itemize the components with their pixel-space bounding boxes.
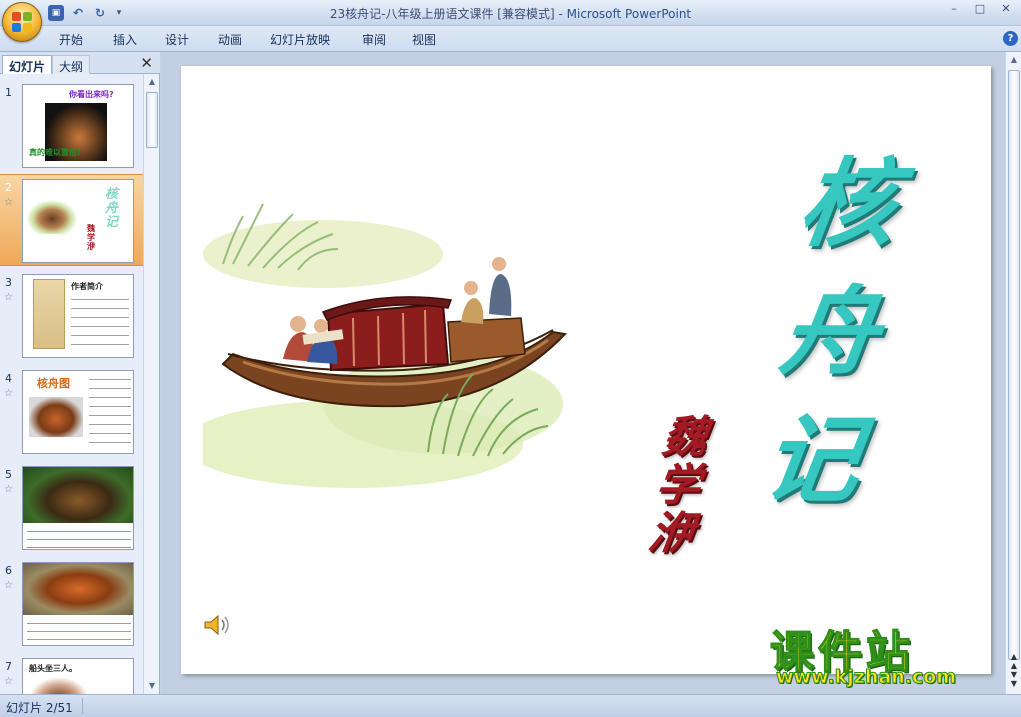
- slide-thumbnail-5[interactable]: 5 ☆: [0, 462, 143, 554]
- slide-preview: 船头坐三人。: [22, 658, 134, 694]
- carved-boat-photo: [23, 563, 133, 615]
- status-bar: 幻灯片 2/51: [0, 694, 1021, 717]
- slide-number: 5: [5, 468, 12, 481]
- speaker-icon[interactable]: [203, 614, 231, 636]
- window-controls: – □ ✕: [945, 2, 1015, 16]
- slide-thumbnail-3[interactable]: 3 ☆ 作者简介: [0, 270, 143, 362]
- scroll-up-icon[interactable]: ▲: [145, 75, 159, 89]
- animation-star-icon: ☆: [4, 484, 13, 495]
- tab-home[interactable]: 开始: [59, 31, 83, 48]
- office-logo-icon: [12, 12, 32, 32]
- slide-number: 4: [5, 372, 12, 385]
- slide-title[interactable]: 核舟记: [748, 140, 912, 524]
- slide-canvas: 核舟记 魏学洢: [161, 52, 1005, 694]
- slide-preview: 你看出来吗? 真的难以置信!: [22, 84, 134, 168]
- slide-number: 1: [5, 86, 12, 99]
- tab-animations[interactable]: 动画: [218, 31, 242, 48]
- save-icon[interactable]: ▣: [48, 5, 64, 21]
- thumb-text: 船头坐三人。: [29, 664, 77, 673]
- thumb-body-lines: [27, 527, 131, 549]
- tab-review[interactable]: 审阅: [362, 31, 386, 48]
- quick-access-toolbar: ▣ ↶ ↻ ▾: [48, 4, 124, 22]
- slide-preview: 核舟记 魏学洢: [22, 179, 134, 263]
- undo-icon[interactable]: ↶: [70, 5, 86, 21]
- thumb-text: 核舟图: [37, 377, 70, 390]
- title-separator: -: [554, 7, 567, 21]
- boat-illustration: [203, 203, 568, 488]
- animation-star-icon: ☆: [4, 676, 13, 687]
- customize-toolbar-icon[interactable]: ▾: [114, 5, 124, 21]
- slide-number: 2: [5, 181, 12, 194]
- portrait-scroll-image: [33, 279, 65, 349]
- slide-preview: [22, 562, 134, 646]
- animation-star-icon: ☆: [4, 292, 13, 303]
- thumb-text: 作者简介: [71, 282, 103, 291]
- slide-preview: 作者简介: [22, 274, 134, 358]
- thumb-author: 魏学洢: [87, 224, 95, 251]
- powerpoint-window: 23核舟记-八年级上册语文课件 [兼容模式] - Microsoft Power…: [0, 0, 1021, 717]
- slide-thumbnail-1[interactable]: 1 你看出来吗? 真的难以置信!: [0, 80, 143, 172]
- document-title: 23核舟记-八年级上册语文课件 [兼容模式]: [329, 7, 555, 21]
- maximize-button[interactable]: □: [971, 2, 989, 16]
- redo-icon[interactable]: ↻: [92, 5, 108, 21]
- slide-thumbnail-2[interactable]: 2 ☆ 核舟记 魏学洢: [0, 174, 143, 266]
- tab-outline[interactable]: 大纲: [52, 55, 91, 74]
- scroll-up-icon[interactable]: ▲: [1007, 53, 1021, 67]
- slide-counter: 幻灯片 2/51: [6, 701, 73, 715]
- thumb-body-lines: [27, 619, 131, 645]
- panel-tabs: 幻灯片 大纲 ✕: [0, 52, 160, 74]
- minimize-button[interactable]: –: [945, 2, 963, 16]
- status-divider: [82, 698, 83, 714]
- office-button[interactable]: [2, 2, 42, 42]
- thumb-body-lines: [71, 295, 129, 347]
- watermark-url: www.kjzhan.com: [775, 666, 957, 689]
- scroll-down-icon[interactable]: ▼: [145, 679, 159, 693]
- scroll-thumb[interactable]: [146, 92, 158, 148]
- slide-number: 3: [5, 276, 12, 289]
- slide-number: 6: [5, 564, 12, 577]
- tab-view[interactable]: 视图: [412, 31, 436, 48]
- animation-star-icon: ☆: [4, 197, 13, 208]
- close-panel-icon[interactable]: ✕: [140, 54, 153, 72]
- boat-illustration-mini: [27, 200, 77, 234]
- carved-boat-photo: [23, 467, 133, 523]
- slide-thumbnail-4[interactable]: 4 ☆ 核舟图: [0, 366, 143, 458]
- title-bar: 23核舟记-八年级上册语文课件 [兼容模式] - Microsoft Power…: [0, 0, 1021, 26]
- slide-preview: [22, 466, 134, 550]
- slide-number: 7: [5, 660, 12, 673]
- thumb-title: 核舟记: [105, 187, 119, 230]
- watermark-logo: 课件站 www.kjzhan.com: [769, 616, 1010, 696]
- slide-scrollbar[interactable]: ▲ ▲ ▲ ▼ ▼: [1005, 52, 1021, 694]
- thumbnail-list: 1 你看出来吗? 真的难以置信! 2 ☆ 核舟记 魏学洢 3 ☆ 作者简介 4 …: [0, 74, 143, 694]
- help-icon[interactable]: ?: [1003, 31, 1018, 46]
- tab-slideshow[interactable]: 幻灯片放映: [270, 31, 330, 48]
- current-slide[interactable]: 核舟记 魏学洢: [181, 66, 991, 674]
- thumb-text: 真的难以置信!: [29, 148, 81, 157]
- slide-thumbnail-7[interactable]: 7 ☆ 船头坐三人。: [0, 654, 143, 694]
- tab-slides[interactable]: 幻灯片: [2, 55, 53, 74]
- thumb-text: 你看出来吗?: [69, 90, 114, 99]
- ribbon-tabs: 开始 插入 设计 动画 幻灯片放映 审阅 视图: [0, 26, 1021, 52]
- scroll-thumb[interactable]: [1008, 70, 1020, 660]
- tab-design[interactable]: 设计: [165, 31, 189, 48]
- tab-insert[interactable]: 插入: [113, 31, 137, 48]
- slide-author[interactable]: 魏学洢: [633, 412, 723, 559]
- figure-illustration: [29, 677, 89, 694]
- carved-boat-photo: [29, 397, 83, 437]
- animation-star-icon: ☆: [4, 388, 13, 399]
- close-button[interactable]: ✕: [997, 2, 1015, 16]
- app-name: Microsoft PowerPoint: [566, 7, 692, 21]
- window-title: 23核舟记-八年级上册语文课件 [兼容模式] - Microsoft Power…: [0, 5, 1021, 22]
- slide-preview: 核舟图: [22, 370, 134, 454]
- slide-thumbnail-6[interactable]: 6 ☆: [0, 558, 143, 650]
- slides-panel: 幻灯片 大纲 ✕ 1 你看出来吗? 真的难以置信! 2 ☆ 核舟记 魏学洢 3 …: [0, 52, 160, 694]
- thumbnail-scrollbar[interactable]: ▲ ▼: [143, 74, 159, 694]
- animation-star-icon: ☆: [4, 580, 13, 591]
- thumb-body-lines: [89, 375, 131, 451]
